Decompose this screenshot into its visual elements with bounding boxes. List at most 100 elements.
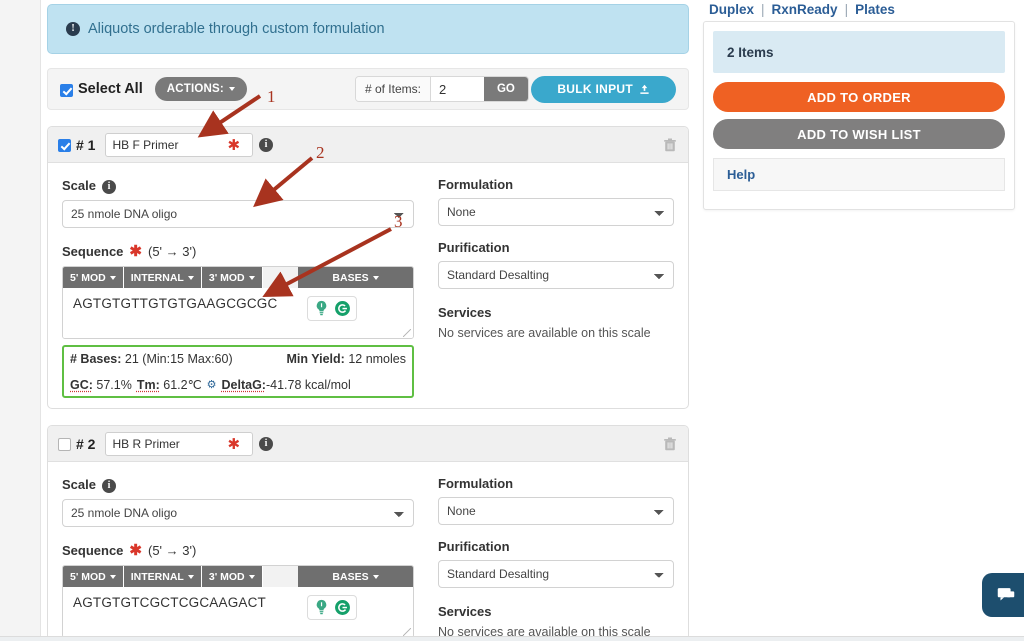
internal-dropdown[interactable]: INTERNAL (124, 566, 202, 587)
min-yield-label: Min Yield: (286, 352, 344, 366)
add-to-wish-list-button[interactable]: ADD TO WISH LIST (713, 119, 1005, 149)
chevron-down-icon (373, 575, 379, 579)
sequence-direction: (5' → 3') (148, 244, 196, 259)
grammarly-g-icon[interactable] (333, 598, 352, 617)
mod5-dropdown[interactable]: 5' MOD (63, 267, 124, 288)
purification-label: Purification (438, 240, 674, 255)
help-box: Help (713, 158, 1005, 191)
items-count-input[interactable] (430, 77, 484, 101)
nav-link-plates[interactable]: Plates (855, 2, 895, 17)
alert-text: Aliquots orderable through custom formul… (88, 21, 385, 37)
sequence-textarea[interactable]: AGTGTGTCGCTCGCAAGACT (63, 587, 413, 637)
right-sidebar: Duplex | RxnReady | Plates 2 Items ADD T… (703, 0, 1015, 210)
purification-select[interactable]: Standard Desalting (438, 261, 674, 289)
nav-separator: | (761, 2, 765, 17)
actions-button-label: ACTIONS: (167, 83, 224, 95)
deltag-value: -41.78 kcal/mol (266, 378, 351, 392)
item-name-input[interactable] (105, 133, 253, 157)
card-header: # 1 ✱ i (48, 127, 688, 163)
mod5-label: 5' MOD (70, 272, 106, 284)
lightbulb-icon[interactable] (312, 299, 331, 318)
chevron-down-icon (229, 87, 235, 91)
lightbulb-icon[interactable] (312, 598, 331, 617)
sequence-tool-icons (307, 296, 357, 321)
card-body: Scale i 25 nmole DNA oligo Sequence ✱ (5… (48, 462, 688, 641)
oligo-item-card: # 2 ✱ i Scale i (47, 425, 689, 641)
textarea-resize-grip[interactable] (403, 628, 411, 636)
mod3-label: 3' MOD (209, 571, 245, 583)
services-label: Services (438, 305, 674, 320)
chat-widget-button[interactable] (982, 573, 1024, 617)
sidebar-nav: Duplex | RxnReady | Plates (703, 0, 1015, 19)
actions-button[interactable]: ACTIONS: (155, 77, 247, 101)
formulation-select[interactable]: None (438, 497, 674, 525)
card-header: # 2 ✱ i (48, 426, 688, 462)
deltag-label: DeltaG: (222, 378, 266, 392)
purification-select[interactable]: Standard Desalting (438, 560, 674, 588)
mod3-dropdown[interactable]: 3' MOD (202, 267, 263, 288)
nav-separator: | (845, 2, 849, 17)
upload-icon (639, 84, 650, 95)
chevron-down-icon (249, 575, 255, 579)
scale-info-icon[interactable]: i (102, 177, 116, 194)
left-gutter (0, 0, 41, 641)
card-left-column: Scale i 25 nmole DNA oligo Sequence ✱ (5… (62, 177, 414, 398)
gc-value: 57.1% (96, 378, 131, 392)
tm-value: 61.2℃ (163, 378, 201, 392)
help-link[interactable]: Help (727, 167, 755, 182)
formulation-label: Formulation (438, 476, 674, 491)
scale-select[interactable]: 25 nmole DNA oligo (62, 499, 414, 527)
scale-select[interactable]: 25 nmole DNA oligo (62, 200, 414, 228)
mod3-dropdown[interactable]: 3' MOD (202, 566, 263, 587)
select-all-label: Select All (78, 81, 143, 97)
purification-label: Purification (438, 539, 674, 554)
mod5-dropdown[interactable]: 5' MOD (63, 566, 124, 587)
chevron-down-icon (249, 276, 255, 280)
card-body: Scale i 25 nmole DNA oligo Sequence ✱ (5… (48, 163, 688, 408)
sequence-label: Sequence (62, 244, 123, 259)
bulk-input-button[interactable]: BULK INPUT (531, 76, 676, 103)
internal-label: INTERNAL (131, 571, 184, 583)
internal-label: INTERNAL (131, 272, 184, 284)
item-info-icon[interactable]: i (259, 138, 273, 152)
delete-item-icon[interactable] (662, 137, 678, 153)
item-name-input[interactable] (105, 432, 253, 456)
bases-dropdown[interactable]: BASES (298, 267, 413, 288)
gear-icon[interactable]: ⚙ (207, 378, 217, 391)
nav-link-rxnready[interactable]: RxnReady (772, 2, 838, 17)
scale-label-row: Scale i (62, 177, 414, 194)
mod5-label: 5' MOD (70, 571, 106, 583)
go-button[interactable]: GO (484, 77, 528, 101)
textarea-resize-grip[interactable] (403, 329, 411, 337)
sequence-direction: (5' → 3') (148, 543, 196, 558)
sequence-tool-icons (307, 595, 357, 620)
services-text: No services are available on this scale (438, 326, 674, 340)
internal-dropdown[interactable]: INTERNAL (124, 267, 202, 288)
sequence-editor: 5' MOD INTERNAL 3' MOD (62, 266, 414, 339)
bases-dropdown[interactable]: BASES (298, 566, 413, 587)
sequence-stats: # Bases: 21 (Min:15 Max:60) Min Yield: 1… (62, 345, 414, 398)
min-yield-value: 12 nmoles (348, 352, 406, 366)
delete-item-icon[interactable] (662, 436, 678, 452)
item-select-checkbox[interactable] (58, 438, 71, 451)
stats-row-thermo: GC: 57.1% Tm: 61.2℃ ⚙ DeltaG:-41.78 kcal… (70, 377, 406, 392)
sequence-editor: 5' MOD INTERNAL 3' MOD (62, 565, 414, 638)
sequence-toolbar-spacer (263, 566, 298, 587)
item-info-icon[interactable]: i (259, 437, 273, 451)
bases-label: BASES (332, 272, 368, 284)
grammarly-g-icon[interactable] (333, 299, 352, 318)
sequence-required-asterisk-icon: ✱ (129, 541, 142, 559)
chevron-down-icon (373, 276, 379, 280)
add-to-order-button[interactable]: ADD TO ORDER (713, 82, 1005, 112)
stats-row-bases: # Bases: 21 (Min:15 Max:60) Min Yield: 1… (70, 352, 406, 366)
bulk-input-label: BULK INPUT (557, 82, 633, 96)
formulation-select[interactable]: None (438, 198, 674, 226)
chat-bubble-icon (995, 584, 1017, 606)
item-select-checkbox[interactable] (58, 139, 71, 152)
nav-link-duplex[interactable]: Duplex (709, 2, 754, 17)
items-count-group: # of Items: GO (355, 76, 529, 102)
select-all-checkbox[interactable] (60, 84, 73, 97)
scale-info-icon[interactable]: i (102, 476, 116, 493)
sequence-label: Sequence (62, 543, 123, 558)
sequence-textarea[interactable]: AGTGTGTTGTGTGAAGCGCGC (63, 288, 413, 338)
